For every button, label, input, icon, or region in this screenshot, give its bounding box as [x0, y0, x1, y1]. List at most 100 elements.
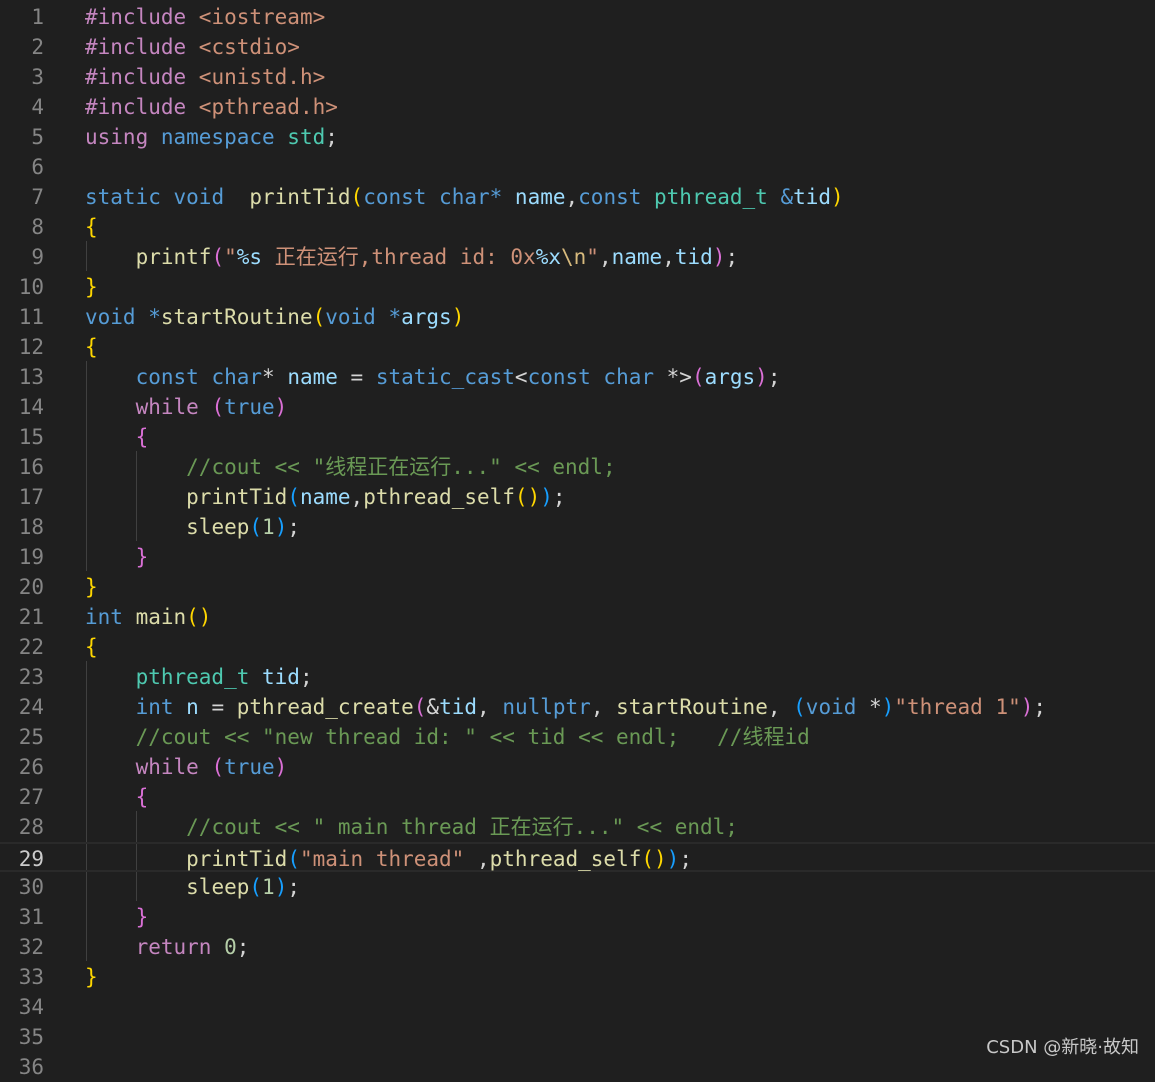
code-line[interactable]: 24 int n = pthread_create(&tid, nullptr,… [0, 692, 1155, 722]
code-line[interactable]: 21 int main() [0, 602, 1155, 632]
code-text[interactable]: { [85, 212, 98, 242]
code-token: ; [325, 125, 338, 149]
code-text[interactable]: void *startRoutine(void *args) [85, 302, 464, 332]
code-token: () [641, 847, 667, 871]
code-line[interactable]: 33} [0, 962, 1155, 992]
code-line[interactable]: 17 printTid(name,pthread_self()); [0, 482, 1155, 512]
code-text[interactable]: #include <cstdio> [85, 32, 300, 62]
code-token: \n [561, 245, 587, 269]
code-line[interactable]: 3 #include <unistd.h> [0, 62, 1155, 92]
code-line[interactable]: 20} [0, 572, 1155, 602]
code-token: #include [85, 95, 199, 119]
code-line[interactable]: 35 [0, 1022, 1155, 1052]
code-text[interactable]: printTid("main thread" ,pthread_self()); [85, 844, 692, 874]
code-text[interactable]: const char* name = static_cast<const cha… [85, 362, 781, 392]
code-text[interactable]: sleep(1); [85, 872, 300, 902]
code-token: nullptr [502, 695, 591, 719]
code-token: using [85, 125, 161, 149]
code-text[interactable]: } [85, 542, 149, 572]
code-text[interactable]: } [85, 272, 98, 302]
code-line[interactable]: 9 printf("%s 正在运行,thread id: 0x%x\n",nam… [0, 242, 1155, 272]
code-line[interactable]: 10} [0, 272, 1155, 302]
code-line[interactable]: 13 const char* name = static_cast<const … [0, 362, 1155, 392]
code-token: 正在运行,thread id: 0x [262, 245, 536, 269]
code-line[interactable]: 16 //cout << "线程正在运行..." << endl; [0, 452, 1155, 482]
code-token: & [780, 185, 794, 209]
code-line[interactable]: 27 { [0, 782, 1155, 812]
line-number: 35 [18, 1025, 44, 1049]
code-line[interactable]: 11 void *startRoutine(void *args) [0, 302, 1155, 332]
code-line[interactable]: 6 [0, 152, 1155, 182]
code-line[interactable]: 18 sleep(1); [0, 512, 1155, 542]
code-text[interactable]: printTid(name,pthread_self()); [85, 482, 565, 512]
code-line[interactable]: 12 { [0, 332, 1155, 362]
code-text[interactable]: #include <iostream> [85, 2, 325, 32]
code-text[interactable]: printf("%s 正在运行,thread id: 0x%x\n",name,… [85, 242, 739, 272]
code-token: #include [85, 65, 199, 89]
code-token: ( [312, 305, 326, 329]
code-token: } [85, 275, 98, 299]
line-number: 27 [18, 785, 44, 809]
line-number: 12 [18, 335, 44, 359]
code-text[interactable]: #include <unistd.h> [85, 62, 325, 92]
code-text[interactable]: //cout << "线程正在运行..." << endl; [85, 452, 615, 482]
code-line[interactable]: 22 { [0, 632, 1155, 662]
code-text[interactable]: int main() [85, 602, 211, 632]
code-line[interactable]: 26 while (true) [0, 752, 1155, 782]
code-line[interactable]: 7 static void printTid(const char* name,c… [0, 182, 1155, 212]
code-line[interactable]: 14 while (true) [0, 392, 1155, 422]
code-text[interactable]: } [85, 962, 98, 992]
code-token: true [224, 395, 275, 419]
code-token: const [578, 185, 655, 209]
code-text[interactable]: { [85, 782, 149, 812]
code-line[interactable]: 30 sleep(1); [0, 872, 1155, 902]
code-editor[interactable]: 1 #include <iostream> 2 #include <cstdio> 3 #… [0, 0, 1155, 1079]
code-token: () [186, 605, 212, 629]
code-text[interactable]: #include <pthread.h> [85, 92, 338, 122]
code-text[interactable]: //cout << "new thread id: " << tid << en… [85, 722, 810, 752]
code-text[interactable]: pthread_t tid; [85, 662, 313, 692]
code-token: ( [211, 245, 225, 269]
code-text[interactable]: { [85, 632, 98, 662]
code-text[interactable]: return 0; [85, 932, 250, 962]
code-line[interactable]: 36 [0, 1052, 1155, 1082]
code-line[interactable]: 8{ [0, 212, 1155, 242]
code-line[interactable]: 15 { [0, 422, 1155, 452]
code-text[interactable]: } [85, 902, 149, 932]
code-text[interactable]: } [85, 572, 98, 602]
code-text[interactable]: { [85, 332, 98, 362]
code-text[interactable]: //cout << " main thread 正在运行..." << endl… [85, 812, 738, 842]
line-number: 11 [18, 305, 44, 329]
code-text[interactable]: while (true) [85, 752, 288, 782]
code-line[interactable]: 5 using namespace std; [0, 122, 1155, 152]
code-text[interactable]: while (true) [85, 392, 288, 422]
code-token: #include [85, 35, 199, 59]
code-line[interactable]: 1 #include <iostream> [0, 2, 1155, 32]
code-line[interactable]: 31 } [0, 902, 1155, 932]
code-token: main [135, 605, 187, 629]
code-line[interactable]: 28 //cout << " main thread 正在运行..." << e… [0, 812, 1155, 842]
code-line[interactable]: 29 printTid("main thread" ,pthread_self(… [0, 842, 1155, 872]
code-line[interactable]: 34 [0, 992, 1155, 1022]
code-text[interactable]: sleep(1); [85, 512, 300, 542]
code-token: } [135, 545, 149, 569]
code-line[interactable]: 4 #include <pthread.h> [0, 92, 1155, 122]
code-token: ; [767, 365, 781, 389]
code-line[interactable]: 2 #include <cstdio> [0, 32, 1155, 62]
code-text[interactable]: static void printTid(const char* name,co… [85, 182, 844, 212]
code-line[interactable]: 19 } [0, 542, 1155, 572]
code-token: ( [413, 695, 427, 719]
code-text[interactable]: using namespace std; [85, 122, 338, 152]
code-text[interactable]: { [85, 422, 149, 452]
code-line[interactable]: 32 return 0; [0, 932, 1155, 962]
code-text[interactable]: int n = pthread_create(&tid, nullptr, st… [85, 692, 1047, 722]
line-number: 32 [18, 935, 44, 959]
code-line[interactable]: 23 pthread_t tid; [0, 662, 1155, 692]
code-line[interactable]: 25 //cout << "new thread id: " << tid <<… [0, 722, 1155, 752]
